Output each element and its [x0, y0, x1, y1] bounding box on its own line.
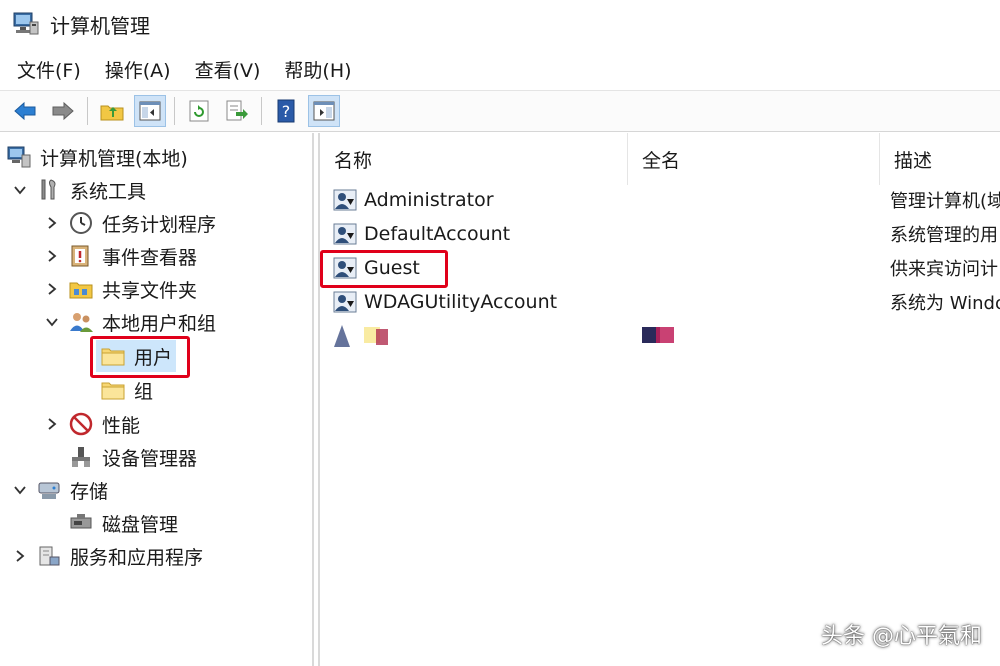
refresh-icon[interactable] — [183, 95, 215, 127]
user-description: 系统为 Windo — [890, 293, 1000, 314]
forward-arrow-icon[interactable] — [47, 95, 79, 127]
menu-help[interactable]: 帮助(H) — [275, 52, 360, 87]
user-name: Administrator — [364, 189, 494, 211]
list-item[interactable]: Administrator 管理计算机(域 — [320, 183, 1000, 217]
title-bar: 计算机管理 — [0, 0, 1000, 48]
tree-item-storage[interactable]: 存储 — [10, 474, 108, 506]
user-icon — [332, 289, 358, 315]
tree-item-computer-management[interactable]: 计算机管理(本地) — [6, 141, 188, 173]
folder-icon — [100, 377, 126, 403]
redacted-item — [330, 319, 400, 351]
tree-item-label: 事件查看器 — [102, 246, 198, 269]
tree-item-local-users-groups[interactable]: 本地用户和组 — [42, 306, 216, 338]
menu-action[interactable]: 操作(A) — [96, 52, 180, 87]
tree-item-groups[interactable]: 组 — [100, 374, 153, 406]
show-hide-action-pane-icon[interactable] — [308, 95, 340, 127]
tree-item-shared-folders[interactable]: 共享文件夹 — [42, 273, 197, 305]
window-title: 计算机管理 — [50, 13, 150, 38]
user-description: 系统管理的用 — [890, 225, 998, 246]
toolbar: ? — [0, 90, 1000, 132]
chevron-right-icon[interactable] — [42, 213, 62, 233]
tree-item-label: 设备管理器 — [102, 447, 198, 470]
tree-item-label: 存储 — [70, 480, 109, 503]
tree-item-event-viewer[interactable]: 事件查看器 — [42, 240, 197, 272]
user-list-pane: 名称 全名 描述 Administrator 管理计算机(域 DefaultAc… — [318, 133, 1000, 666]
tree-item-label: 服务和应用程序 — [70, 546, 204, 569]
computer-management-icon — [6, 144, 32, 170]
watermark: 头条 @心平氣和 — [821, 624, 982, 649]
device-manager-icon — [68, 444, 94, 470]
highlight-box — [320, 250, 448, 288]
services-icon — [36, 543, 62, 569]
tree-item-label: 系统工具 — [70, 180, 147, 203]
column-header-name[interactable]: 名称 — [320, 133, 628, 185]
up-folder-icon[interactable] — [96, 95, 128, 127]
tree-item-label: 磁盘管理 — [102, 513, 179, 536]
disk-management-icon — [68, 510, 94, 536]
toolbar-separator — [261, 97, 262, 125]
tree-item-system-tools[interactable]: 系统工具 — [10, 174, 146, 206]
chevron-down-icon[interactable] — [10, 480, 30, 500]
performance-icon — [68, 411, 94, 437]
console-tree: 计算机管理(本地) 系统工具 任务计划程序 事件查看器 共享文件夹 本地用户和组… — [0, 133, 314, 666]
chevron-right-icon[interactable] — [42, 414, 62, 434]
redacted-item — [640, 325, 680, 347]
tree-item-label: 计算机管理(本地) — [40, 147, 188, 170]
chevron-right-icon[interactable] — [10, 546, 30, 566]
list-item[interactable]: DefaultAccount 系统管理的用 — [320, 217, 1000, 251]
tree-item-label: 组 — [134, 380, 154, 403]
chevron-right-icon[interactable] — [42, 279, 62, 299]
tree-item-device-manager[interactable]: 设备管理器 — [68, 441, 197, 473]
chevron-down-icon[interactable] — [42, 312, 62, 332]
menu-file[interactable]: 文件(F) — [8, 52, 90, 87]
storage-icon — [36, 477, 62, 503]
tree-item-disk-management[interactable]: 磁盘管理 — [68, 507, 178, 539]
chevron-down-icon[interactable] — [10, 180, 30, 200]
toolbar-separator — [87, 97, 88, 125]
event-viewer-icon — [68, 243, 94, 269]
highlight-box — [90, 336, 190, 378]
export-list-icon[interactable] — [221, 95, 253, 127]
tree-item-label: 本地用户和组 — [102, 312, 217, 335]
tree-item-label: 任务计划程序 — [102, 213, 217, 236]
user-icon — [332, 187, 358, 213]
user-name: WDAGUtilityAccount — [364, 291, 558, 313]
user-description: 供来宾访问计 — [890, 259, 998, 280]
tools-icon — [36, 177, 62, 203]
tree-item-performance[interactable]: 性能 — [42, 408, 140, 440]
tree-item-label: 共享文件夹 — [102, 279, 198, 302]
user-icon — [332, 221, 358, 247]
column-header-fullname[interactable]: 全名 — [628, 133, 880, 185]
toolbar-separator — [174, 97, 175, 125]
chevron-right-icon[interactable] — [42, 246, 62, 266]
svg-text:?: ? — [282, 102, 291, 121]
user-name: DefaultAccount — [364, 223, 511, 245]
computer-management-icon — [12, 10, 40, 38]
back-arrow-icon[interactable] — [9, 95, 41, 127]
menu-bar: 文件(F) 操作(A) 查看(V) 帮助(H) — [0, 50, 1000, 88]
menu-view[interactable]: 查看(V) — [186, 52, 270, 87]
tree-item-label: 性能 — [102, 414, 141, 437]
list-item[interactable]: WDAGUtilityAccount 系统为 Windo — [320, 285, 1000, 319]
column-header-description[interactable]: 描述 — [880, 133, 1000, 185]
users-group-icon — [68, 309, 94, 335]
show-hide-console-tree-icon[interactable] — [134, 95, 166, 127]
user-description: 管理计算机(域 — [890, 191, 1000, 212]
clock-icon — [68, 210, 94, 236]
tree-item-services-apps[interactable]: 服务和应用程序 — [10, 540, 203, 572]
shared-folder-icon — [68, 276, 94, 302]
tree-item-task-scheduler[interactable]: 任务计划程序 — [42, 207, 216, 239]
help-icon[interactable]: ? — [270, 95, 302, 127]
